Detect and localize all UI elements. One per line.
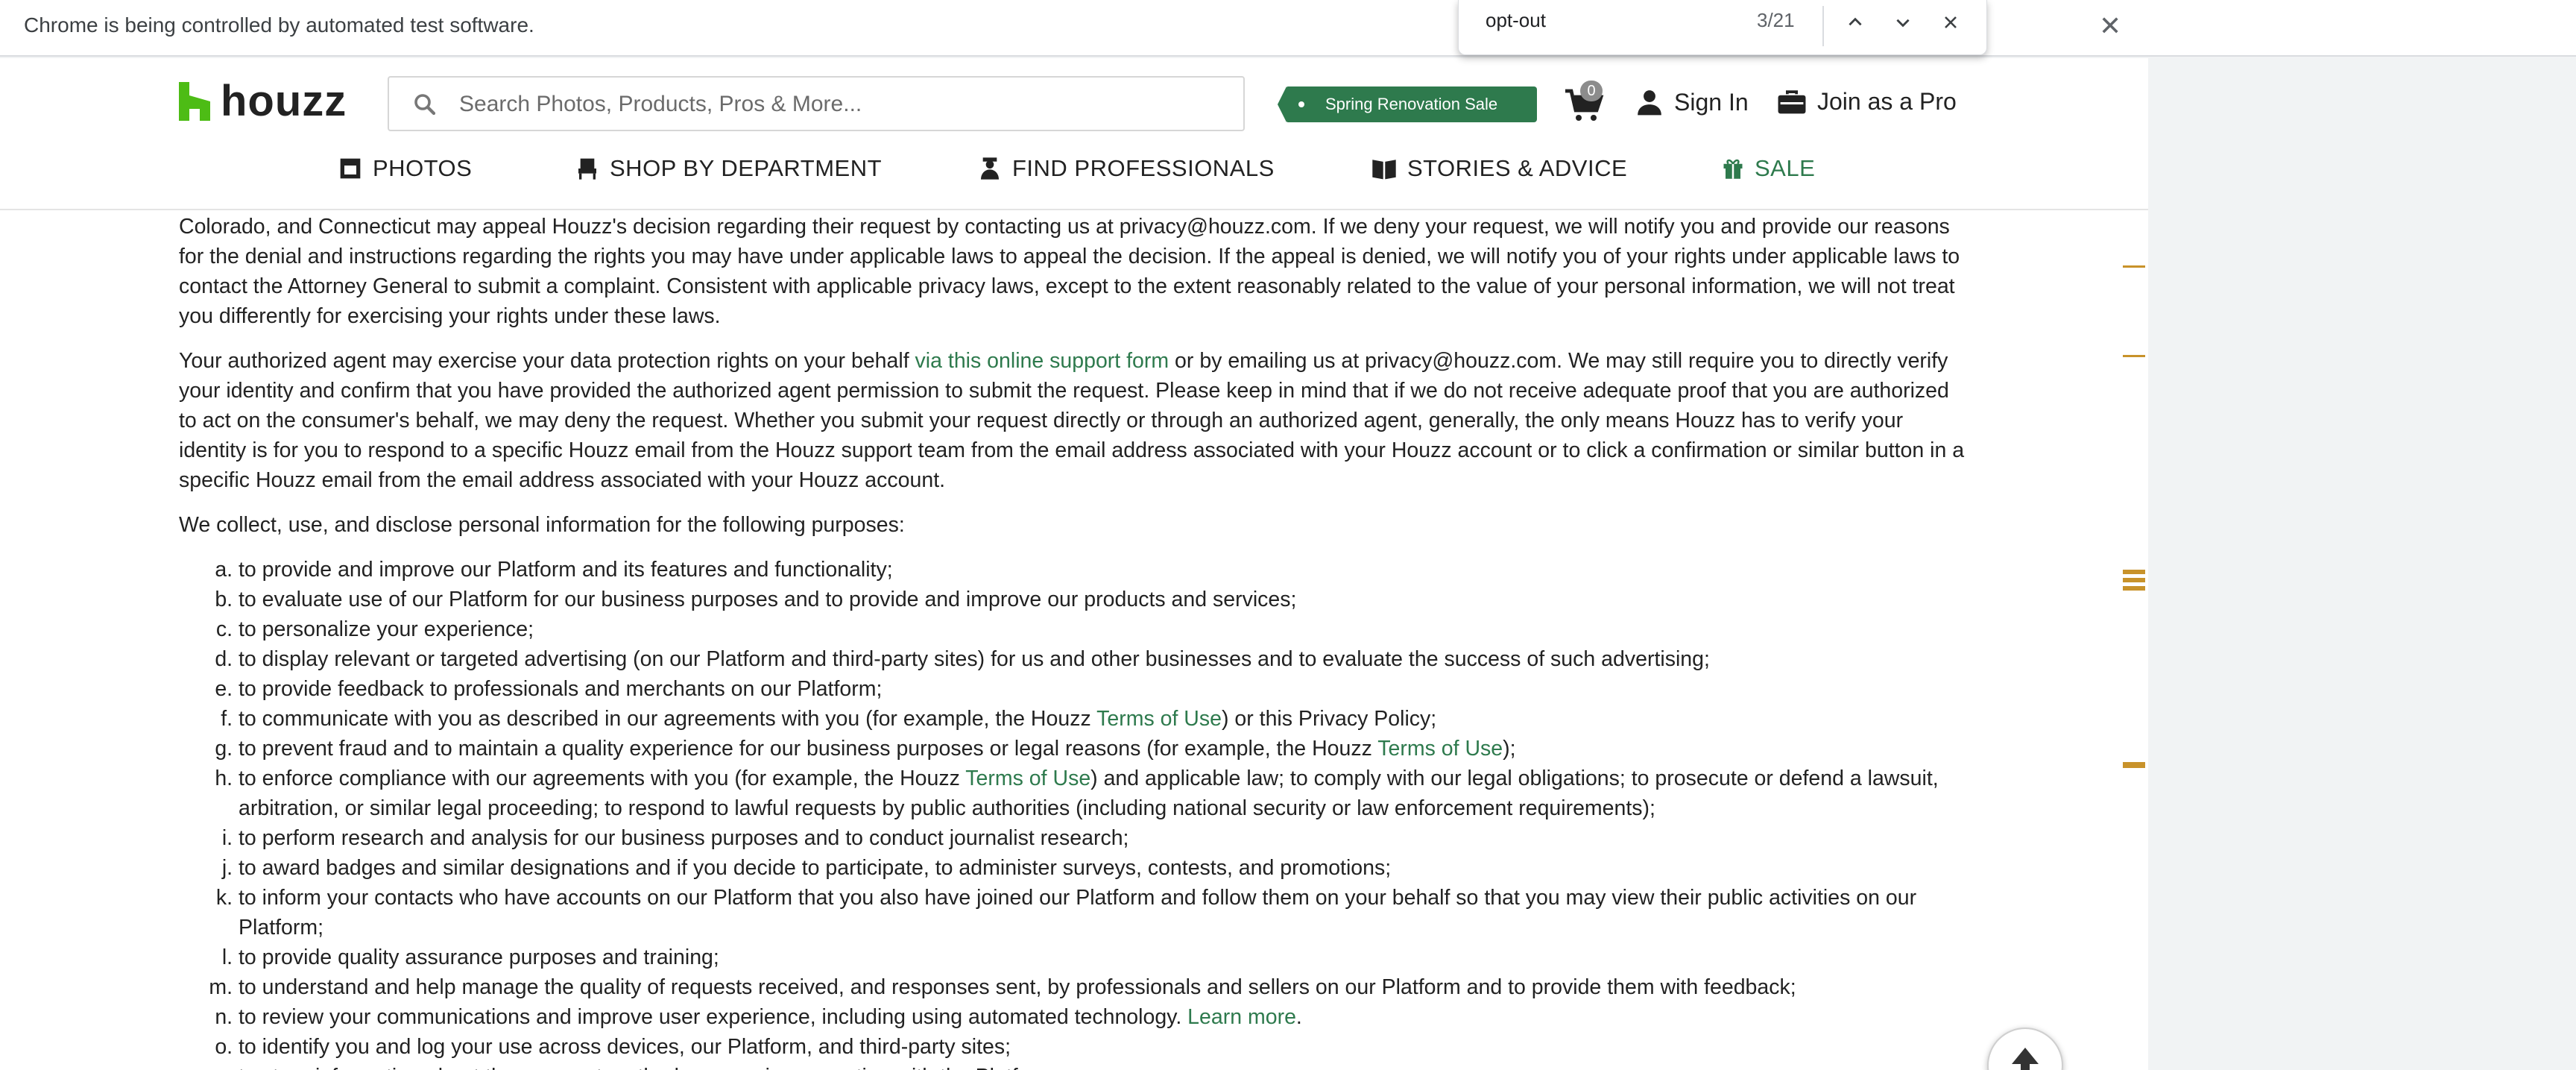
find-marker xyxy=(2123,355,2145,357)
online-support-form-link[interactable]: via this online support form xyxy=(915,349,1169,373)
list-item: to evaluate use of our Platform for our … xyxy=(239,585,1968,614)
find-bar: opt-out 3/21 xyxy=(1458,0,1987,55)
list-item: to understand and help manage the qualit… xyxy=(239,972,1968,1002)
chevron-up-icon xyxy=(1849,17,1862,26)
authorized-agent-paragraph: Your authorized agent may exercise your … xyxy=(179,346,1968,495)
nav-stories-advice[interactable]: STORIES & ADVICE xyxy=(1371,155,1627,182)
nav-sale-label: SALE xyxy=(1755,155,1816,181)
scroll-to-top-button[interactable] xyxy=(1987,1027,2063,1070)
find-marker xyxy=(2123,570,2145,574)
privacy-policy-content: Colorado, and Connecticut may appeal Hou… xyxy=(179,210,1968,1070)
list-item: to store information about the payment m… xyxy=(239,1062,1968,1070)
find-input[interactable]: opt-out xyxy=(1486,9,1546,32)
site-header: houzz Spring Renovation Sale 0 Sign In xyxy=(0,58,2148,210)
briefcase-icon xyxy=(1778,89,1806,113)
find-separator xyxy=(1822,6,1824,46)
find-marker xyxy=(2123,578,2145,582)
nav-shop-label: SHOP BY DEPARTMENT xyxy=(610,155,883,181)
professional-icon xyxy=(981,157,999,180)
nav-sale[interactable]: SALE xyxy=(1722,155,1815,182)
main-navigation: PHOTOS SHOP BY DEPARTMENT FIND PROFESSIO… xyxy=(0,155,2148,200)
learn-more-link[interactable]: Learn more xyxy=(1187,1005,1296,1029)
terms-of-use-link[interactable]: Terms of Use xyxy=(1096,707,1222,731)
list-item: to display relevant or targeted advertis… xyxy=(239,644,1968,674)
item-g-after: ); xyxy=(1503,737,1516,761)
list-item: to communicate with you as described in … xyxy=(239,704,1968,734)
find-marker xyxy=(2123,586,2145,591)
photos-icon xyxy=(340,158,361,179)
nav-stories-label: STORIES & ADVICE xyxy=(1407,155,1628,181)
nav-find-pros-label: FIND PROFESSIONALS xyxy=(1012,155,1275,181)
spring-sale-badge[interactable]: Spring Renovation Sale xyxy=(1278,86,1537,122)
search-box[interactable] xyxy=(388,76,1245,131)
item-f-before: to communicate with you as described in … xyxy=(239,707,1097,731)
purposes-intro: We collect, use, and disclose personal i… xyxy=(179,513,905,537)
houzz-logo[interactable]: houzz xyxy=(179,76,347,126)
terms-of-use-link[interactable]: Terms of Use xyxy=(965,767,1090,790)
infobar-message: Chrome is being controlled by automated … xyxy=(24,13,534,37)
search-input[interactable] xyxy=(458,85,1221,124)
user-icon xyxy=(1638,90,1661,116)
item-h-before: to enforce compliance with our agreement… xyxy=(239,767,966,790)
list-item: to provide quality assurance purposes an… xyxy=(239,942,1968,972)
appeal-paragraph: Colorado, and Connecticut may appeal Hou… xyxy=(179,215,1960,328)
list-item: to prevent fraud and to maintain a quali… xyxy=(239,734,1968,764)
badge-dot xyxy=(1298,101,1304,107)
item-n-after: . xyxy=(1295,1005,1302,1029)
agent-text-before: Your authorized agent may exercise your … xyxy=(179,349,915,373)
sign-in-label: Sign In xyxy=(1674,88,1749,116)
join-as-pro-label: Join as a Pro xyxy=(1817,88,1957,115)
cart-count-badge: 0 xyxy=(1580,81,1603,101)
find-marker xyxy=(2123,265,2145,268)
item-n-before: to review your communications and improv… xyxy=(239,1005,1188,1029)
list-item: to inform your contacts who have account… xyxy=(239,883,1968,942)
list-item: to perform research and analysis for our… xyxy=(239,823,1968,853)
list-item: to review your communications and improv… xyxy=(239,1002,1968,1032)
find-next-button[interactable] xyxy=(1885,4,1921,40)
find-match-count: 3/21 xyxy=(1757,9,1795,31)
find-previous-button[interactable] xyxy=(1837,4,1873,40)
terms-of-use-link[interactable]: Terms of Use xyxy=(1377,737,1503,761)
book-icon xyxy=(1372,160,1396,180)
automation-infobar: Chrome is being controlled by automated … xyxy=(0,0,2576,57)
list-item: to enforce compliance with our agreement… xyxy=(239,764,1968,823)
item-g-before: to prevent fraud and to maintain a quali… xyxy=(239,737,1378,761)
nav-photos[interactable]: PHOTOS xyxy=(338,155,472,182)
list-item: to personalize your experience; xyxy=(239,614,1968,644)
item-f-after: ) or this Privacy Policy; xyxy=(1222,707,1437,731)
purposes-list: to provide and improve our Platform and … xyxy=(179,555,1968,1070)
chair-icon xyxy=(578,158,596,180)
sale-badge-label: Spring Renovation Sale xyxy=(1325,95,1498,113)
close-icon xyxy=(1945,16,1957,28)
list-item: to award badges and similar designations… xyxy=(239,853,1968,883)
nav-shop-by-department[interactable]: SHOP BY DEPARTMENT xyxy=(575,155,882,182)
page-viewport: houzz Spring Renovation Sale 0 Sign In xyxy=(0,58,2148,1070)
infobar-close-icon[interactable]: ✕ xyxy=(2099,10,2121,42)
join-as-pro-link[interactable]: Join as a Pro xyxy=(1777,88,1957,116)
houzz-logo-icon xyxy=(179,81,210,121)
find-marker xyxy=(2123,762,2145,768)
list-item: to provide feedback to professionals and… xyxy=(239,674,1968,704)
list-item: to provide and improve our Platform and … xyxy=(239,555,1968,585)
find-close-button[interactable] xyxy=(1933,4,1969,40)
nav-photos-label: PHOTOS xyxy=(373,155,473,181)
chevron-down-icon xyxy=(1896,19,1910,28)
list-item: to identify you and log your use across … xyxy=(239,1032,1968,1062)
logo-wordmark: houzz xyxy=(221,77,347,125)
badge-notch xyxy=(1278,86,1287,122)
sign-in-link[interactable]: Sign In xyxy=(1635,88,1749,116)
arrow-up-icon xyxy=(2012,1048,2039,1070)
search-icon xyxy=(414,94,436,116)
nav-find-professionals[interactable]: FIND PROFESSIONALS xyxy=(978,155,1275,182)
gift-icon xyxy=(1723,159,1743,179)
